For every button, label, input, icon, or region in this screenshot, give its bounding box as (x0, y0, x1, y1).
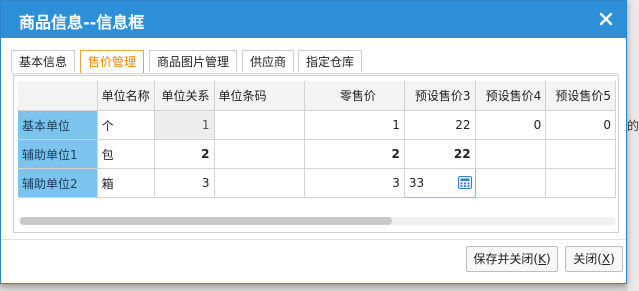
dialog-title: 商品信息--信息框 (19, 13, 145, 32)
unit-name-cell[interactable]: 箱 (97, 168, 155, 198)
unit-name-cell[interactable]: 个 (97, 110, 155, 140)
preset-price3-cell[interactable]: 22 (404, 139, 476, 169)
barcode-cell[interactable] (214, 110, 305, 140)
tab-product-images[interactable]: 商品图片管理 (149, 50, 237, 72)
close-button[interactable]: 关闭(X) (565, 246, 623, 272)
row-header[interactable]: 基本单位 (18, 110, 98, 140)
column-header[interactable]: 单位名称 (97, 81, 155, 111)
tab-basic-info[interactable]: 基本信息 (11, 50, 75, 72)
column-header[interactable]: 预设售价5 (545, 81, 616, 111)
scrollbar-thumb[interactable] (20, 217, 392, 225)
horizontal-scrollbar[interactable] (18, 215, 616, 227)
column-header[interactable]: 预设售价4 (475, 81, 547, 111)
unit-relation-cell[interactable]: 2 (154, 139, 215, 169)
row-header[interactable]: 辅助单位2 (18, 168, 98, 198)
background-area (627, 0, 639, 291)
footer-divider (1, 239, 626, 240)
info-dialog: 商品信息--信息框 基本信息 售价管理 商品图片管理 供应商 指定仓库 单位名称… (0, 0, 627, 284)
barcode-cell[interactable] (214, 139, 305, 169)
preset-price4-cell[interactable] (475, 139, 547, 169)
grid-corner (18, 81, 98, 111)
unit-relation-cell: 1 (154, 110, 215, 140)
retail-price-cell[interactable]: 2 (304, 139, 405, 169)
table-row[interactable]: 辅助单位1 包 2 2 22 (18, 139, 616, 169)
tab-divider (11, 73, 619, 74)
table-row[interactable]: 基本单位 个 1 1 22 0 0 (18, 110, 616, 140)
preset-price3-input[interactable]: 33 (403, 168, 476, 198)
save-and-close-button[interactable]: 保存并关闭(K) (466, 246, 558, 272)
close-icon[interactable] (596, 9, 616, 29)
preset-price3-cell[interactable]: 22 (404, 110, 476, 140)
price-grid: 单位名称 单位关系 单位条码 零售价 预设售价3 预设售价4 预设售价5 基本单… (18, 81, 616, 199)
row-header[interactable]: 辅助单位1 (18, 139, 98, 169)
column-header[interactable]: 单位关系 (154, 81, 215, 111)
unit-relation-cell[interactable]: 3 (154, 168, 215, 198)
preset-price4-cell[interactable] (475, 168, 547, 198)
preset-price4-cell[interactable]: 0 (475, 110, 547, 140)
dialog-titlebar[interactable]: 商品信息--信息框 (1, 1, 626, 38)
tab-price-management[interactable]: 售价管理 (80, 50, 144, 74)
preset-price5-cell[interactable] (545, 139, 616, 169)
column-header[interactable]: 预设售价3 (404, 81, 476, 111)
unit-name-cell[interactable]: 包 (97, 139, 155, 169)
retail-price-cell[interactable]: 3 (304, 168, 405, 198)
column-header[interactable]: 单位条码 (214, 81, 305, 111)
grid-header-row: 单位名称 单位关系 单位条码 零售价 预设售价3 预设售价4 预设售价5 (18, 81, 616, 111)
preset-price3-value[interactable]: 33 (409, 176, 424, 190)
calculator-icon[interactable] (457, 176, 472, 189)
tab-suppliers[interactable]: 供应商 (242, 50, 294, 72)
background-text: 的 (627, 119, 639, 133)
column-header[interactable]: 零售价 (304, 81, 405, 111)
barcode-cell[interactable] (214, 168, 305, 198)
table-row[interactable]: 辅助单位2 箱 3 3 33 (18, 168, 616, 198)
tab-warehouse[interactable]: 指定仓库 (298, 50, 362, 72)
preset-price5-cell[interactable]: 0 (545, 110, 616, 140)
preset-price5-cell[interactable] (545, 168, 616, 198)
retail-price-cell[interactable]: 1 (304, 110, 405, 140)
